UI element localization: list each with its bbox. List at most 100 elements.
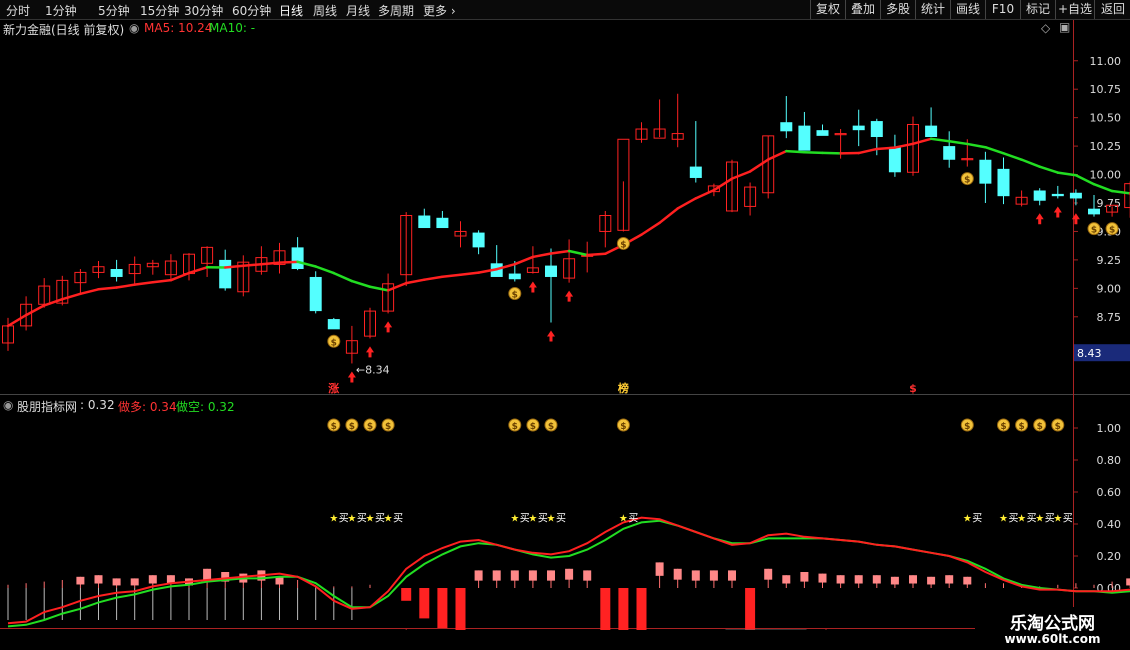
candle-body (852, 125, 865, 131)
ma-line-segment (1038, 165, 1060, 174)
ma-line-segment (133, 281, 155, 286)
indicator-bar-cap (528, 570, 537, 581)
ma-line-segment (658, 207, 679, 225)
ma-line-segment (332, 271, 354, 283)
money-bag-icon-symbol: $ (548, 422, 554, 432)
up-arrow-icon (565, 290, 574, 302)
candle-body (979, 159, 992, 184)
event-marker: 榜 (618, 381, 629, 395)
ma-line-segment (404, 278, 426, 285)
ma-line-segment (875, 146, 897, 151)
ma-line-segment (730, 170, 752, 180)
candle-body (870, 121, 883, 137)
ma-line-segment (857, 147, 879, 155)
candle-body (689, 166, 702, 178)
money-bag-icon-symbol: $ (1018, 422, 1024, 432)
watermark: 乐淘公式网 www.60lt.com (975, 607, 1130, 650)
buy-label: 买 (972, 513, 982, 525)
candle-body (997, 168, 1010, 197)
ma-line-segment (314, 265, 336, 275)
indicator-bar-cap (130, 578, 139, 586)
star-icon: ★ (1017, 514, 1026, 525)
candle-body (291, 247, 304, 269)
indicator-bar-cap (94, 575, 103, 584)
ind-y-tick-label: 0.60 (1097, 486, 1122, 499)
y-tick-label: 9.00 (1097, 282, 1122, 295)
indicator-bar-cap (76, 576, 85, 585)
candle-body (545, 265, 557, 277)
ma-line-segment (911, 137, 933, 146)
indicator-bar-cap (583, 570, 592, 581)
candle-body (1069, 192, 1082, 199)
candle-body (888, 147, 901, 173)
watermark-url: www.60lt.com (1004, 632, 1101, 646)
ma-line-segment (1110, 189, 1130, 195)
indicator-bar-cap (963, 576, 972, 585)
ind-y-tick-label: 1.00 (1097, 422, 1122, 435)
buy-label: 买 (628, 513, 638, 525)
money-bag-icon-symbol: $ (964, 422, 970, 432)
ma-line-segment (151, 278, 173, 284)
indicator-bar-negative (437, 588, 448, 628)
up-arrow-icon (528, 281, 537, 293)
ma-line-segment (585, 252, 607, 257)
up-arrow-icon (547, 330, 555, 342)
y-tick-label: 10.25 (1090, 140, 1122, 153)
ma-line-segment (1020, 158, 1041, 168)
ma-line-segment (929, 137, 951, 143)
ma-line-segment (97, 286, 118, 291)
star-icon: ★ (347, 514, 356, 525)
up-arrow-icon (1053, 206, 1062, 218)
candle-body (219, 259, 232, 289)
ma-line-segment (61, 292, 82, 301)
indicator-bar-cap (909, 575, 917, 584)
indicator-bar-cap (492, 570, 501, 581)
indicator-bar-cap (728, 570, 736, 581)
buy-label: 买 (1063, 513, 1073, 525)
ma-line-segment (947, 139, 969, 146)
money-bag-icon-symbol: $ (1109, 226, 1115, 236)
ma-line-segment (766, 149, 788, 161)
candle-body (309, 276, 322, 312)
watermark-title: 乐淘公式网 (1010, 614, 1095, 634)
ma-line-segment (260, 261, 281, 266)
indicator-bar-negative (618, 588, 629, 630)
indicator-bar-cap (474, 570, 483, 581)
indicator-bar-cap (1126, 578, 1130, 586)
ma-line-segment (187, 266, 209, 275)
indicator-bar-cap (112, 578, 121, 586)
indicator-bar-cap (782, 575, 791, 584)
candlestick-chart[interactable]: 8.759.009.259.509.7510.0010.2510.5010.75… (0, 0, 1130, 630)
money-bag-icon-symbol: $ (964, 176, 970, 186)
candle-body (1051, 193, 1064, 197)
low-label: ←8.34 (356, 363, 390, 376)
up-arrow-icon (366, 346, 374, 358)
indicator-bar-cap (854, 575, 863, 584)
ind-y-tick-label: 0.40 (1097, 518, 1122, 531)
ma-line-segment (567, 249, 589, 257)
indicator-bar-cap (709, 570, 718, 581)
ma-line-segment (115, 283, 136, 289)
candle-body (816, 130, 829, 136)
indicator-bar-negative (455, 588, 466, 630)
ma-line-segment (803, 150, 824, 155)
ma-line-segment (242, 262, 263, 267)
money-bag-icon-symbol: $ (349, 422, 355, 432)
indicator-bar-negative (419, 588, 430, 619)
ma-line-segment (640, 221, 661, 236)
star-icon: ★ (1035, 514, 1044, 525)
y-tick-label: 11.00 (1090, 55, 1122, 68)
ma-line-segment (712, 177, 734, 192)
star-icon: ★ (366, 514, 375, 525)
money-bag-icon-symbol: $ (1000, 422, 1006, 432)
star-icon: ★ (510, 514, 519, 525)
indicator-bar-negative (636, 588, 647, 630)
up-arrow-icon (347, 371, 356, 383)
money-bag-icon-symbol: $ (331, 338, 337, 348)
indicator-bar-cap (927, 576, 936, 585)
indicator-bar-cap (655, 562, 664, 576)
ma-line-segment (694, 188, 716, 200)
candle-body (418, 215, 431, 229)
star-icon: ★ (1053, 514, 1062, 525)
y-tick-label: 10.00 (1090, 169, 1122, 182)
